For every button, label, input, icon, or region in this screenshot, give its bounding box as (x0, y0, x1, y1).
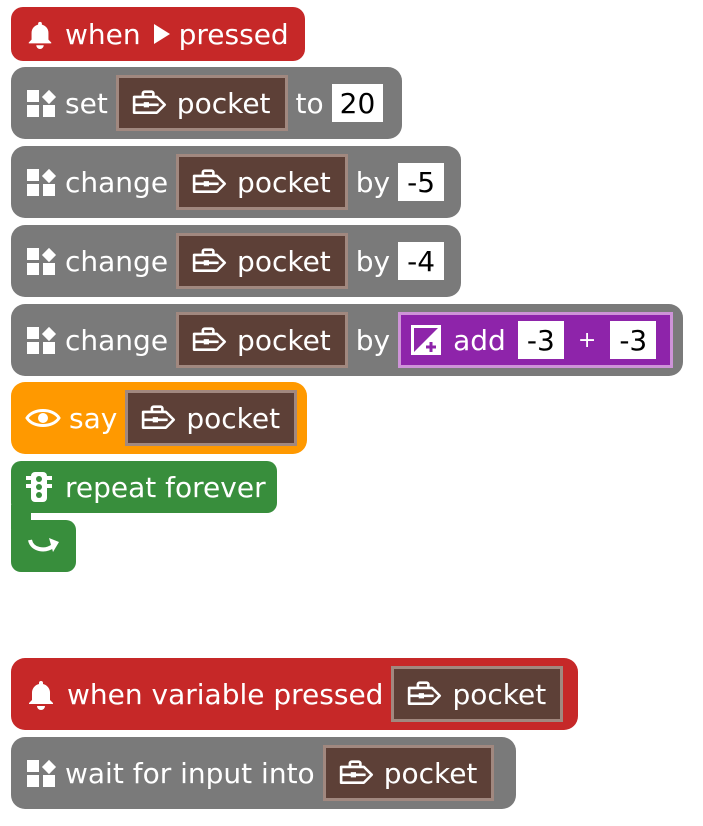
briefcase-icon (140, 404, 176, 432)
blocks-icon (25, 87, 57, 119)
variable-pill[interactable]: pocket (125, 390, 298, 446)
set-variable-block[interactable]: set pocket to 20 (11, 67, 402, 139)
plus-operator: + (577, 327, 597, 353)
by-label: by (355, 244, 391, 278)
repeat-forever-block[interactable]: repeat forever (11, 461, 277, 513)
pressed-label: pressed (178, 17, 289, 51)
eye-icon (25, 405, 61, 431)
blocks-icon (25, 324, 57, 356)
bell-icon (25, 678, 57, 710)
briefcase-icon (191, 168, 227, 196)
blocks-icon (25, 245, 57, 277)
by-label: by (355, 165, 391, 199)
left-operand-input[interactable]: -3 (517, 321, 564, 359)
say-label: say (69, 401, 118, 435)
briefcase-icon (406, 680, 442, 708)
value-input[interactable]: -4 (398, 242, 445, 280)
wait-label: wait for input into (65, 756, 315, 790)
variable-pill[interactable]: pocket (176, 154, 348, 210)
briefcase-icon (191, 326, 227, 354)
repeat-forever-end (11, 520, 76, 572)
blocks-icon (25, 757, 57, 789)
change-variable-block[interactable]: change pocket by -5 (11, 146, 461, 218)
set-label: set (65, 86, 108, 120)
variable-pill[interactable]: pocket (322, 745, 495, 801)
right-operand-input[interactable]: -3 (610, 321, 657, 359)
variable-name: pocket (237, 244, 331, 278)
change-label: change (65, 165, 169, 199)
when-pressed-block[interactable]: when pressed (11, 7, 305, 61)
variable-name: pocket (452, 677, 547, 711)
variable-pill[interactable]: pocket (176, 312, 348, 368)
when-variable-label: when variable pressed (67, 677, 384, 711)
variable-name: pocket (176, 86, 271, 120)
briefcase-icon (338, 759, 374, 787)
when-variable-pressed-block[interactable]: when variable pressed pocket (11, 658, 578, 730)
variable-name: pocket (383, 756, 478, 790)
math-icon (411, 325, 442, 355)
variable-pill[interactable]: pocket (176, 233, 348, 289)
change-variable-block[interactable]: change pocket by -4 (11, 225, 461, 297)
value-input[interactable]: -5 (398, 163, 445, 201)
repeat-label: repeat forever (65, 470, 266, 504)
variable-pill[interactable]: pocket (391, 666, 564, 722)
briefcase-icon (131, 89, 167, 117)
change-label: change (65, 244, 169, 278)
variable-pill[interactable]: pocket (115, 75, 288, 131)
bell-icon (25, 19, 55, 49)
traffic-light-icon (25, 471, 53, 503)
change-variable-block[interactable]: change pocket by add -3 + -3 (11, 304, 683, 376)
to-label: to (295, 86, 324, 120)
change-label: change (65, 323, 169, 357)
briefcase-icon (191, 247, 227, 275)
add-label: add (453, 323, 506, 357)
value-input[interactable]: 20 (331, 84, 384, 122)
by-label: by (355, 323, 391, 357)
blocks-icon (25, 166, 57, 198)
say-block[interactable]: say pocket (11, 382, 307, 454)
play-icon (153, 23, 171, 45)
wait-for-input-block[interactable]: wait for input into pocket (11, 737, 516, 809)
variable-name: pocket (237, 165, 331, 199)
loop-arrow-icon (27, 534, 61, 558)
add-math-block[interactable]: add -3 + -3 (398, 312, 674, 368)
when-label: when (65, 17, 141, 51)
variable-name: pocket (186, 401, 281, 435)
variable-name: pocket (237, 323, 331, 357)
